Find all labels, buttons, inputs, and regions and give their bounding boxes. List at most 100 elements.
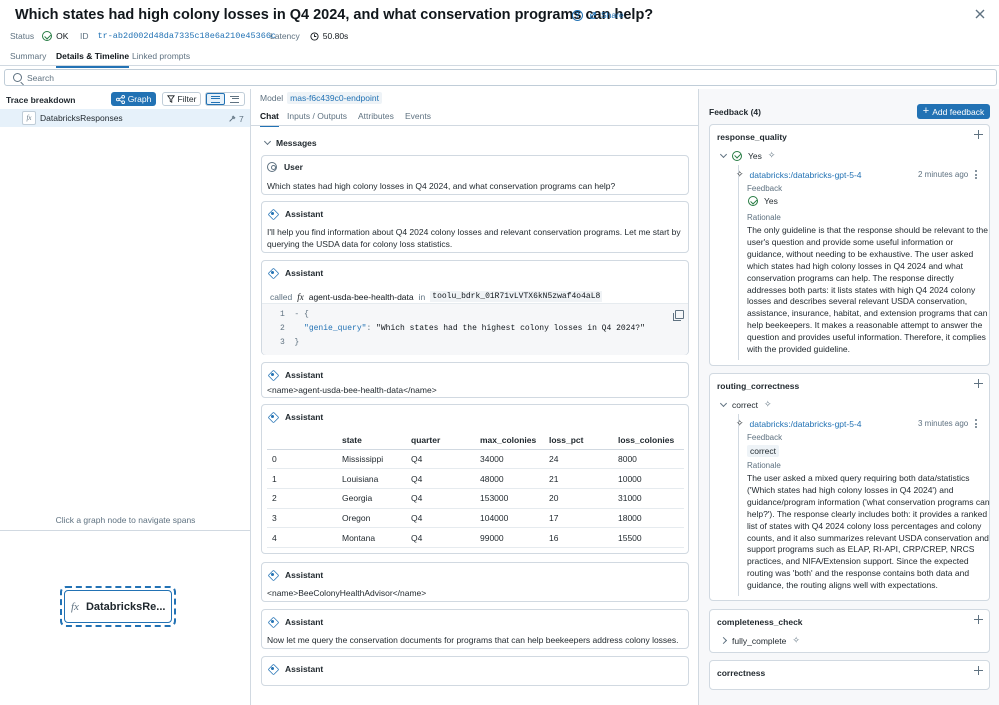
line-number: 3: [280, 338, 285, 347]
chevron-right-icon: [719, 636, 728, 645]
message-role: Assistant: [267, 267, 323, 278]
assistant-icon: [267, 267, 278, 278]
messages-header[interactable]: Messages: [263, 137, 317, 148]
feedback-result: Yes: [748, 196, 778, 206]
user-icon: [267, 162, 277, 172]
tab-summary[interactable]: Summary: [10, 51, 46, 66]
thread-line: [738, 414, 739, 596]
tool-icon: [229, 115, 236, 122]
search-input[interactable]: Search: [4, 69, 997, 86]
table-cell: Montana: [337, 527, 406, 548]
timeline-icon: [230, 95, 239, 103]
table-cell: 16: [544, 527, 613, 548]
status-value: OK: [56, 31, 69, 41]
message-role: Assistant: [267, 208, 323, 219]
trace-id[interactable]: tr-ab2d002d48da7335c18e6a210e45366c: [98, 31, 277, 41]
share-button[interactable]: Share: [589, 10, 624, 20]
tab-linked-prompts[interactable]: Linked prompts: [132, 51, 190, 66]
table-cell: 20: [544, 488, 613, 509]
table-cell: 10000: [613, 468, 684, 489]
code-text: - {: [294, 310, 309, 319]
feedback-name: response_quality: [717, 132, 787, 142]
assessor-name[interactable]: databricks:/databricks-gpt-5-4: [750, 170, 862, 180]
assistant-role-label: Assistant: [285, 616, 324, 627]
assistant-icon: [267, 208, 278, 219]
table-cell: 3: [267, 508, 337, 529]
copy-icon[interactable]: [673, 310, 684, 321]
function-icon: fx: [22, 111, 36, 125]
table-header: quarter: [406, 431, 475, 450]
tab-attributes[interactable]: Attributes: [358, 111, 394, 125]
graph-node[interactable]: fx DatabricksRe...: [60, 586, 176, 627]
feedback-value-row[interactable]: Yes ✧: [719, 150, 775, 161]
table-header: max_colonies: [475, 431, 544, 450]
table-cell: 4: [267, 527, 337, 548]
list-view-toggle[interactable]: [206, 93, 225, 105]
graph-button[interactable]: Graph: [111, 92, 156, 106]
close-icon[interactable]: [974, 8, 986, 20]
assessor-name[interactable]: databricks:/databricks-gpt-5-4: [750, 419, 862, 429]
code-line: 3 }: [280, 338, 299, 347]
feedback-label: Feedback: [747, 433, 783, 442]
table-row: 1 Louisiana Q4 48000 21 10000: [267, 468, 684, 489]
model-value[interactable]: mas-f6c439c0-endpoint: [287, 92, 382, 104]
feedback-value-row[interactable]: fully_complete ✧: [719, 635, 800, 646]
table-row: 2 Georgia Q4 153000 20 31000: [267, 488, 684, 509]
table-header: loss_colonies: [613, 431, 684, 450]
timeline-view-toggle[interactable]: [225, 93, 244, 105]
table-cell: Georgia: [337, 488, 406, 509]
timestamp: 2 minutes ago: [918, 170, 969, 179]
function-icon: fx: [297, 291, 304, 302]
feedback-value-row[interactable]: correct ✧: [719, 399, 772, 410]
message-role: Assistant: [267, 663, 323, 674]
plus-icon[interactable]: [974, 615, 983, 624]
assessor-row[interactable]: ✧ databricks:/databricks-gpt-5-4: [736, 418, 862, 429]
kebab-icon[interactable]: [975, 170, 977, 179]
table-cell: 34000: [475, 449, 544, 470]
graph-node-body: fx DatabricksRe...: [64, 590, 172, 623]
chevron-down-icon: [719, 150, 728, 158]
assistant-table-message: Assistant state quarter max_colonies los…: [261, 404, 689, 554]
feedback-card-routing-correctness: routing_correctness correct ✧ ✧ databric…: [709, 373, 990, 601]
help-icon[interactable]: ?: [572, 10, 583, 21]
view-toggle[interactable]: [205, 92, 245, 106]
message-role: Assistant: [267, 569, 323, 580]
assistant-message: Assistant Now let me query the conservat…: [261, 609, 689, 649]
user-message-text: Which states had high colony losses in Q…: [267, 181, 616, 191]
table-cell: 15500: [613, 527, 684, 548]
span-row[interactable]: fx DatabricksResponses: [0, 109, 250, 127]
assistant-message: Assistant I'll help you find information…: [261, 201, 689, 253]
check-circle-icon: [748, 196, 758, 206]
code-line: 1 - {: [280, 310, 309, 319]
plus-icon[interactable]: [974, 379, 983, 388]
thread-line: [738, 165, 739, 360]
rationale-label: Rationale: [747, 461, 781, 470]
table-cell: 104000: [475, 508, 544, 529]
assistant-message: Assistant <name>BeeColonyHealthAdvisor</…: [261, 562, 689, 602]
plus-icon[interactable]: [974, 666, 983, 675]
table-cell: Q4: [406, 508, 475, 529]
status-label: Status: [10, 31, 35, 41]
table-cell: 1: [267, 468, 337, 489]
assistant-role-label: Assistant: [285, 411, 324, 422]
assistant-icon: [267, 369, 278, 380]
assistant-icon: [267, 616, 278, 627]
add-feedback-button[interactable]: + Add feedback: [917, 104, 990, 119]
tool-call-row: called fx agent-usda-bee-health-data in …: [270, 291, 603, 302]
plus-icon[interactable]: [974, 130, 983, 139]
tool-call-id: toolu_bdrk_01R71vLVTX6kN5zwaf4o4aL8: [430, 291, 603, 302]
feedback-name: correctness: [717, 668, 766, 678]
rationale-label: Rationale: [747, 213, 781, 222]
graph-icon: [115, 94, 125, 104]
filter-button[interactable]: Filter: [162, 92, 201, 106]
tool-name[interactable]: agent-usda-bee-health-data: [309, 292, 414, 302]
tab-inputs-outputs[interactable]: Inputs / Outputs: [287, 111, 347, 125]
kebab-icon[interactable]: [975, 419, 977, 428]
rationale-text: The only guideline is that the response …: [747, 225, 988, 355]
assistant-message-text: <name>agent-usda-bee-health-data</name>: [267, 385, 437, 395]
feedback-name: routing_correctness: [717, 381, 800, 391]
tab-events[interactable]: Events: [405, 111, 431, 125]
table-cell: Q4: [406, 527, 475, 548]
status-meta: Status OK: [10, 31, 68, 41]
assessor-row[interactable]: ✧ databricks:/databricks-gpt-5-4: [736, 169, 862, 180]
